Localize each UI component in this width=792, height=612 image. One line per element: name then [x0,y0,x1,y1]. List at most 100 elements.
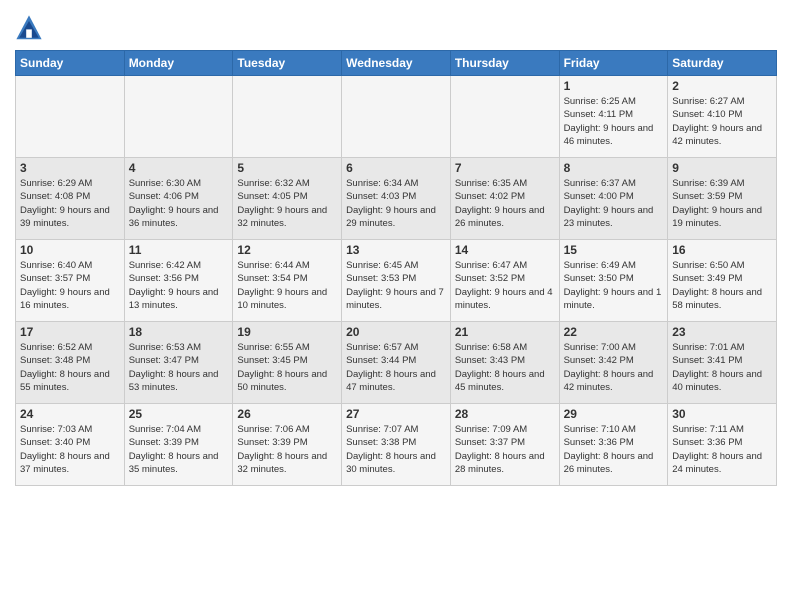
day-number: 11 [129,243,229,257]
calendar-cell: 8Sunrise: 6:37 AM Sunset: 4:00 PM Daylig… [559,158,668,240]
header-cell-saturday: Saturday [668,51,777,76]
calendar-cell: 28 Sunrise: 7:09 AM Sunset: 3:37 PM Dayli… [450,404,559,486]
calendar-cell: 27 Sunrise: 7:07 AM Sunset: 3:38 PM Dayli… [342,404,451,486]
calendar-cell: 26 Sunrise: 7:06 AM Sunset: 3:39 PM Dayli… [233,404,342,486]
header-cell-tuesday: Tuesday [233,51,342,76]
header-cell-wednesday: Wednesday [342,51,451,76]
day-info: Sunrise: 7:06 AM Sunset: 3:39 PM Dayligh… [237,423,337,476]
day-info: Sunrise: 7:09 AM Sunset: 3:37 PM Dayligh… [455,423,555,476]
day-number: 18 [129,325,229,339]
header-cell-sunday: Sunday [16,51,125,76]
calendar-table: SundayMondayTuesdayWednesdayThursdayFrid… [15,50,777,486]
day-info: Sunrise: 6:25 AM Sunset: 4:11 PM Dayligh… [564,95,664,148]
day-info: Sunrise: 7:11 AM Sunset: 3:36 PM Dayligh… [672,423,772,476]
calendar-cell: 23Sunrise: 7:01 AM Sunset: 3:41 PM Dayli… [668,322,777,404]
calendar-cell [233,76,342,158]
day-number: 4 [129,161,229,175]
week-row-1: 1 Sunrise: 6:25 AM Sunset: 4:11 PM Daylig… [16,76,777,158]
calendar-cell: 11 Sunrise: 6:42 AM Sunset: 3:56 PM Dayli… [124,240,233,322]
logo-icon [15,14,43,42]
day-number: 2 [672,79,772,93]
day-info: Sunrise: 6:52 AM Sunset: 3:48 PM Dayligh… [20,341,120,394]
day-number: 10 [20,243,120,257]
day-number: 28 [455,407,555,421]
day-number: 29 [564,407,664,421]
calendar-cell [16,76,125,158]
calendar-cell: 12 Sunrise: 6:44 AM Sunset: 3:54 PM Dayli… [233,240,342,322]
day-info: Sunrise: 6:27 AM Sunset: 4:10 PM Dayligh… [672,95,772,148]
calendar-cell: 29 Sunrise: 7:10 AM Sunset: 3:36 PM Dayli… [559,404,668,486]
header-row: SundayMondayTuesdayWednesdayThursdayFrid… [16,51,777,76]
day-number: 17 [20,325,120,339]
day-info: Sunrise: 6:34 AM Sunset: 4:03 PM Dayligh… [346,177,446,230]
day-number: 5 [237,161,337,175]
day-number: 15 [564,243,664,257]
day-info: Sunrise: 7:04 AM Sunset: 3:39 PM Dayligh… [129,423,229,476]
day-info: Sunrise: 6:44 AM Sunset: 3:54 PM Dayligh… [237,259,337,312]
calendar-cell: 17 Sunrise: 6:52 AM Sunset: 3:48 PM Dayli… [16,322,125,404]
calendar-cell: 16 Sunrise: 6:50 AM Sunset: 3:49 PM Dayli… [668,240,777,322]
calendar-cell: 14Sunrise: 6:47 AM Sunset: 3:52 PM Dayli… [450,240,559,322]
calendar-cell: 24 Sunrise: 7:03 AM Sunset: 3:40 PM Dayli… [16,404,125,486]
week-row-4: 17 Sunrise: 6:52 AM Sunset: 3:48 PM Dayli… [16,322,777,404]
day-number: 14 [455,243,555,257]
day-number: 24 [20,407,120,421]
page-container: SundayMondayTuesdayWednesdayThursdayFrid… [0,0,792,491]
day-number: 3 [20,161,120,175]
day-info: Sunrise: 7:01 AM Sunset: 3:41 PM Dayligh… [672,341,772,394]
day-info: Sunrise: 6:32 AM Sunset: 4:05 PM Dayligh… [237,177,337,230]
calendar-cell: 1 Sunrise: 6:25 AM Sunset: 4:11 PM Daylig… [559,76,668,158]
day-info: Sunrise: 6:49 AM Sunset: 3:50 PM Dayligh… [564,259,664,312]
day-number: 16 [672,243,772,257]
calendar-cell: 15 Sunrise: 6:49 AM Sunset: 3:50 PM Dayli… [559,240,668,322]
day-info: Sunrise: 6:50 AM Sunset: 3:49 PM Dayligh… [672,259,772,312]
header-cell-thursday: Thursday [450,51,559,76]
calendar-body: 1 Sunrise: 6:25 AM Sunset: 4:11 PM Daylig… [16,76,777,486]
day-number: 7 [455,161,555,175]
logo [15,14,47,42]
day-info: Sunrise: 6:39 AM Sunset: 3:59 PM Dayligh… [672,177,772,230]
day-number: 1 [564,79,664,93]
day-info: Sunrise: 6:35 AM Sunset: 4:02 PM Dayligh… [455,177,555,230]
day-info: Sunrise: 6:42 AM Sunset: 3:56 PM Dayligh… [129,259,229,312]
day-number: 21 [455,325,555,339]
calendar-cell: 19Sunrise: 6:55 AM Sunset: 3:45 PM Dayli… [233,322,342,404]
day-info: Sunrise: 6:29 AM Sunset: 4:08 PM Dayligh… [20,177,120,230]
day-info: Sunrise: 6:45 AM Sunset: 3:53 PM Dayligh… [346,259,446,312]
calendar-cell: 18 Sunrise: 6:53 AM Sunset: 3:47 PM Dayli… [124,322,233,404]
day-number: 27 [346,407,446,421]
week-row-5: 24 Sunrise: 7:03 AM Sunset: 3:40 PM Dayli… [16,404,777,486]
day-info: Sunrise: 6:53 AM Sunset: 3:47 PM Dayligh… [129,341,229,394]
calendar-cell: 9Sunrise: 6:39 AM Sunset: 3:59 PM Daylig… [668,158,777,240]
calendar-cell: 7 Sunrise: 6:35 AM Sunset: 4:02 PM Daylig… [450,158,559,240]
day-number: 25 [129,407,229,421]
calendar-cell: 6 Sunrise: 6:34 AM Sunset: 4:03 PM Daylig… [342,158,451,240]
day-number: 12 [237,243,337,257]
week-row-2: 3 Sunrise: 6:29 AM Sunset: 4:08 PM Daylig… [16,158,777,240]
day-info: Sunrise: 6:30 AM Sunset: 4:06 PM Dayligh… [129,177,229,230]
day-info: Sunrise: 7:03 AM Sunset: 3:40 PM Dayligh… [20,423,120,476]
calendar-cell: 3 Sunrise: 6:29 AM Sunset: 4:08 PM Daylig… [16,158,125,240]
calendar-cell: 2 Sunrise: 6:27 AM Sunset: 4:10 PM Daylig… [668,76,777,158]
day-number: 6 [346,161,446,175]
calendar-cell [450,76,559,158]
day-number: 26 [237,407,337,421]
calendar-cell: 21Sunrise: 6:58 AM Sunset: 3:43 PM Dayli… [450,322,559,404]
calendar-cell: 30 Sunrise: 7:11 AM Sunset: 3:36 PM Dayli… [668,404,777,486]
day-number: 20 [346,325,446,339]
calendar-cell: 4 Sunrise: 6:30 AM Sunset: 4:06 PM Daylig… [124,158,233,240]
day-info: Sunrise: 6:57 AM Sunset: 3:44 PM Dayligh… [346,341,446,394]
calendar-cell: 5 Sunrise: 6:32 AM Sunset: 4:05 PM Daylig… [233,158,342,240]
header-cell-friday: Friday [559,51,668,76]
calendar-cell: 25 Sunrise: 7:04 AM Sunset: 3:39 PM Dayli… [124,404,233,486]
calendar-cell: 10 Sunrise: 6:40 AM Sunset: 3:57 PM Dayli… [16,240,125,322]
calendar-cell: 22Sunrise: 7:00 AM Sunset: 3:42 PM Dayli… [559,322,668,404]
day-number: 30 [672,407,772,421]
day-info: Sunrise: 6:40 AM Sunset: 3:57 PM Dayligh… [20,259,120,312]
day-number: 8 [564,161,664,175]
day-info: Sunrise: 7:10 AM Sunset: 3:36 PM Dayligh… [564,423,664,476]
header-cell-monday: Monday [124,51,233,76]
week-row-3: 10 Sunrise: 6:40 AM Sunset: 3:57 PM Dayli… [16,240,777,322]
day-info: Sunrise: 7:07 AM Sunset: 3:38 PM Dayligh… [346,423,446,476]
calendar-cell [342,76,451,158]
